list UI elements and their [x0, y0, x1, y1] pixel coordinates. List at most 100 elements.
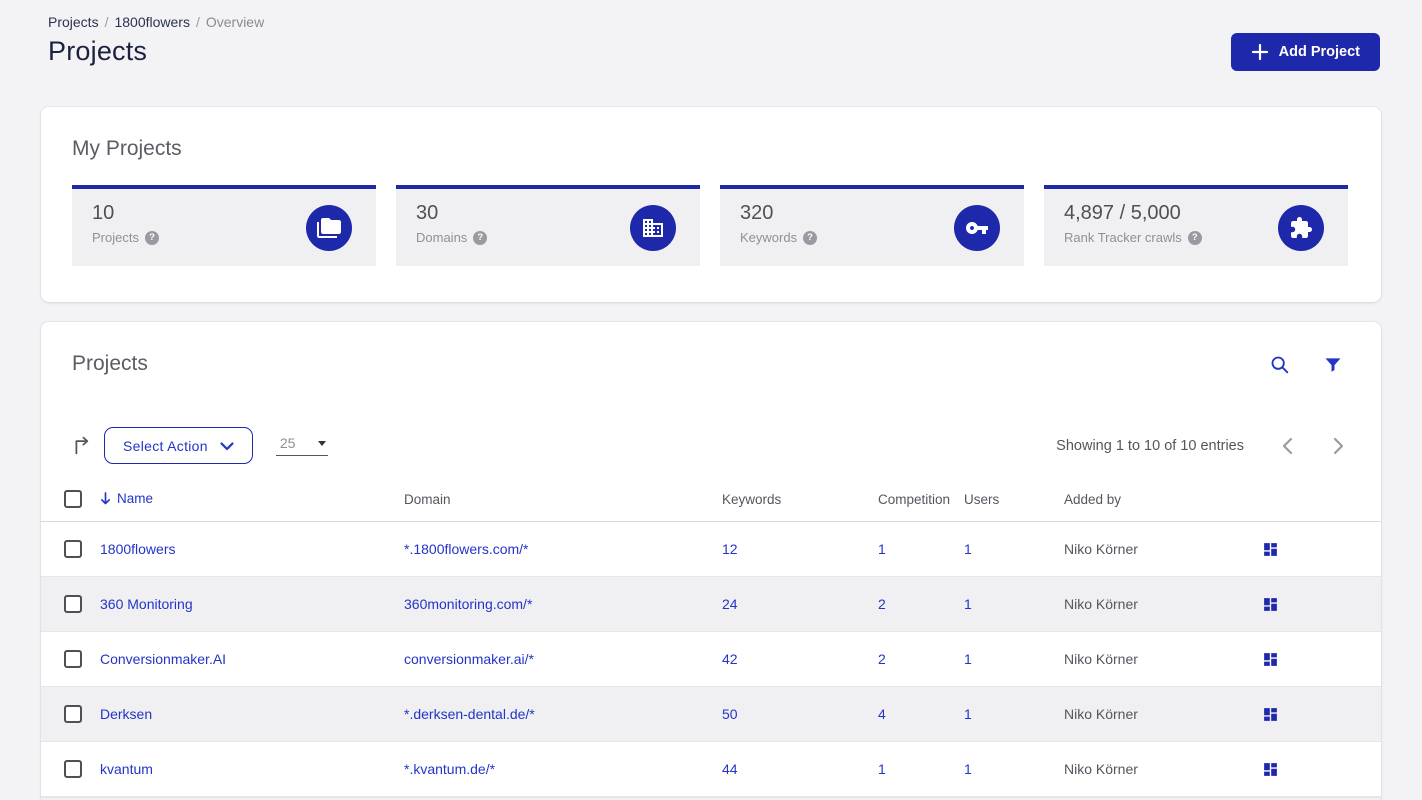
row-checkbox[interactable]: [64, 650, 82, 668]
table-row: Conversionmaker.AI conversionmaker.ai/* …: [41, 632, 1381, 687]
sort-down-icon: [101, 491, 110, 504]
my-projects-title: My Projects: [72, 137, 182, 160]
page-size-select[interactable]: 25: [275, 435, 328, 456]
project-competition-link[interactable]: 1: [878, 761, 886, 777]
projects-panel-head: Projects: [41, 352, 1381, 376]
row-checkbox[interactable]: [64, 540, 82, 558]
column-header-keywords[interactable]: Keywords: [722, 492, 878, 507]
stat-card-rank-tracker-crawls[interactable]: 4,897 / 5,000 Rank Tracker crawls ?: [1044, 185, 1348, 266]
add-project-label: Add Project: [1278, 44, 1360, 60]
page: Projects / 1800flowers / Overview Projects A…: [0, 0, 1422, 800]
project-domain-link[interactable]: *.derksen-dental.de/*: [404, 706, 535, 722]
project-domain-link[interactable]: *.1800flowers.com/*: [404, 541, 529, 557]
help-icon[interactable]: ?: [144, 230, 159, 245]
breadcrumb: Projects / 1800flowers / Overview: [0, 0, 1422, 30]
puzzle-icon: [1278, 204, 1324, 251]
project-domain-link[interactable]: *.kvantum.de/*: [404, 761, 495, 777]
project-users-link[interactable]: 1: [964, 651, 972, 667]
select-action-label: Select Action: [123, 437, 208, 454]
project-competition-link[interactable]: 2: [878, 596, 886, 612]
project-name-link[interactable]: 1800flowers: [100, 541, 176, 557]
key-icon: [954, 204, 1000, 251]
add-project-button[interactable]: Add Project: [1230, 33, 1380, 71]
stat-label: Domains: [416, 230, 468, 245]
filter-icon[interactable]: [1323, 354, 1343, 379]
project-keywords-link[interactable]: 42: [722, 651, 738, 667]
project-keywords-link[interactable]: 50: [722, 706, 738, 722]
chevron-down-icon: [220, 438, 234, 454]
project-added-by: Niko Körner: [1064, 651, 1138, 667]
plus-icon: [1251, 43, 1269, 61]
project-keywords-link[interactable]: 24: [722, 596, 738, 612]
stat-card-keywords[interactable]: 320 Keywords ?: [720, 185, 1024, 266]
dashboard-icon[interactable]: [1262, 761, 1279, 778]
project-added-by: Niko Körner: [1064, 761, 1138, 777]
stat-label: Keywords: [740, 230, 798, 245]
column-header-competition[interactable]: Competition: [878, 492, 964, 507]
project-competition-link[interactable]: 2: [878, 651, 886, 667]
select-action-dropdown[interactable]: Select Action: [104, 427, 253, 464]
stats-row: 10 Projects ? 30 Domains ? 320 Keywords …: [72, 185, 1350, 266]
search-icon[interactable]: [1269, 354, 1291, 379]
project-domain-link[interactable]: 360monitoring.com/*: [404, 596, 532, 612]
export-arrow-icon[interactable]: [72, 435, 93, 456]
pagination-prev-icon[interactable]: [1281, 437, 1294, 455]
project-added-by: Niko Körner: [1064, 541, 1138, 557]
page-size-value: 25: [279, 435, 296, 451]
project-name-link[interactable]: kvantum: [100, 761, 153, 777]
project-competition-link[interactable]: 1: [878, 541, 886, 557]
dashboard-icon[interactable]: [1262, 651, 1279, 668]
row-checkbox[interactable]: [64, 705, 82, 723]
help-icon[interactable]: ?: [803, 230, 818, 245]
stat-label: Rank Tracker crawls: [1064, 230, 1182, 245]
column-header-added-by[interactable]: Added by: [1064, 492, 1262, 507]
project-name-link[interactable]: Conversionmaker.AI: [100, 651, 226, 667]
project-added-by: Niko Körner: [1064, 596, 1138, 612]
table-row: Derksen *.derksen-dental.de/* 50 4 1 Nik…: [41, 687, 1381, 742]
project-name-link[interactable]: Derksen: [100, 706, 152, 722]
breadcrumb-projects[interactable]: Projects: [48, 14, 99, 30]
project-name-link[interactable]: 360 Monitoring: [100, 596, 193, 612]
stat-card-domains[interactable]: 30 Domains ?: [396, 185, 700, 266]
table-row: 360 Monitoring 360monitoring.com/* 24 2 …: [41, 577, 1381, 632]
projects-panel: Projects Select Action 25 Showing 1 to 1…: [41, 322, 1381, 800]
select-all-checkbox[interactable]: [64, 490, 82, 508]
project-competition-link[interactable]: 4: [878, 706, 886, 722]
page-title: Projects: [48, 36, 148, 66]
breadcrumb-project-name[interactable]: 1800flowers: [114, 14, 190, 30]
project-users-link[interactable]: 1: [964, 541, 972, 557]
project-users-link[interactable]: 1: [964, 761, 972, 777]
column-header-domain[interactable]: Domain: [404, 492, 722, 507]
project-keywords-link[interactable]: 44: [722, 761, 738, 777]
table-header-row: Name Domain Keywords Competition Users A…: [41, 477, 1381, 522]
projects-panel-title: Projects: [72, 352, 148, 375]
showing-entries-text: Showing 1 to 10 of 10 entries: [1056, 437, 1244, 454]
dropdown-arrow-icon: [317, 440, 326, 446]
my-projects-card: My Projects 10 Projects ? 30 Domains ? 3…: [41, 107, 1381, 302]
dashboard-icon[interactable]: [1262, 541, 1279, 558]
pagination-next-icon[interactable]: [1332, 437, 1345, 455]
column-header-users[interactable]: Users: [964, 492, 1064, 507]
help-icon[interactable]: ?: [473, 230, 488, 245]
row-checkbox[interactable]: [64, 760, 82, 778]
row-checkbox[interactable]: [64, 595, 82, 613]
dashboard-icon[interactable]: [1262, 596, 1279, 613]
page-header: Projects Add Project: [0, 30, 1422, 88]
breadcrumb-separator: /: [195, 14, 200, 30]
breadcrumb-separator: /: [104, 14, 109, 30]
table-body: 1800flowers *.1800flowers.com/* 12 1 1 N…: [41, 522, 1381, 797]
project-domain-link[interactable]: conversionmaker.ai/*: [404, 651, 534, 667]
project-users-link[interactable]: 1: [964, 706, 972, 722]
project-users-link[interactable]: 1: [964, 596, 972, 612]
breadcrumb-current: Overview: [205, 14, 265, 30]
collections-icon: [306, 204, 352, 251]
stat-card-projects[interactable]: 10 Projects ?: [72, 185, 376, 266]
project-keywords-link[interactable]: 12: [722, 541, 738, 557]
table-toolbar: Select Action 25 Showing 1 to 10 of 10 e…: [41, 427, 1381, 464]
dashboard-icon[interactable]: [1262, 706, 1279, 723]
table-row: 1800flowers *.1800flowers.com/* 12 1 1 N…: [41, 522, 1381, 577]
help-icon[interactable]: ?: [1187, 230, 1202, 245]
projects-table: Name Domain Keywords Competition Users A…: [41, 477, 1381, 800]
column-header-name[interactable]: Name: [100, 491, 153, 506]
table-row: kvantum *.kvantum.de/* 44 1 1 Niko Körne…: [41, 742, 1381, 797]
